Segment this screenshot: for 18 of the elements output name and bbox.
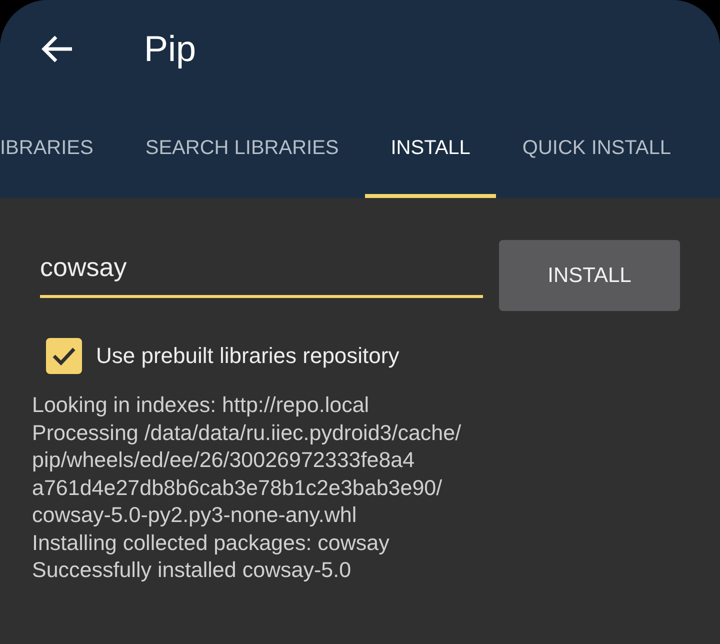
back-arrow-icon [40,34,74,64]
checkbox[interactable] [46,338,82,374]
app-title: Pip [144,28,196,70]
log-line: Processing /data/data/ru.iiec.pydroid3/cache/ [32,420,462,446]
install-button[interactable]: INSTALL [499,240,680,311]
tab[interactable]: QUICK INSTALL [496,98,697,198]
tab[interactable]: SEARCH LIBRARIES [119,98,365,198]
tab[interactable]: IBRARIES [0,98,120,198]
tab[interactable]: INSTALL [364,98,496,198]
log-line: pip/wheels/ed/ee/26/30026972333fe8a4 [32,447,416,474]
log-line: a761d4e27db8b6cab3e78b1c2e3bab3e90/ [32,474,444,502]
checkbox-label: Use prebuilt libraries repository [96,343,400,369]
log-line: cowsay-5.0-py2.py3-none-any.whl [32,502,358,529]
check-icon [51,345,77,367]
log-line: Installing collected packages: cowsay [32,530,390,556]
log-line: Looking in indexes: http://repo.local [32,392,370,419]
package-input-field[interactable]: cowsay [40,240,483,298]
log-line: Successfully installed cowsay-5.0 [32,557,352,584]
